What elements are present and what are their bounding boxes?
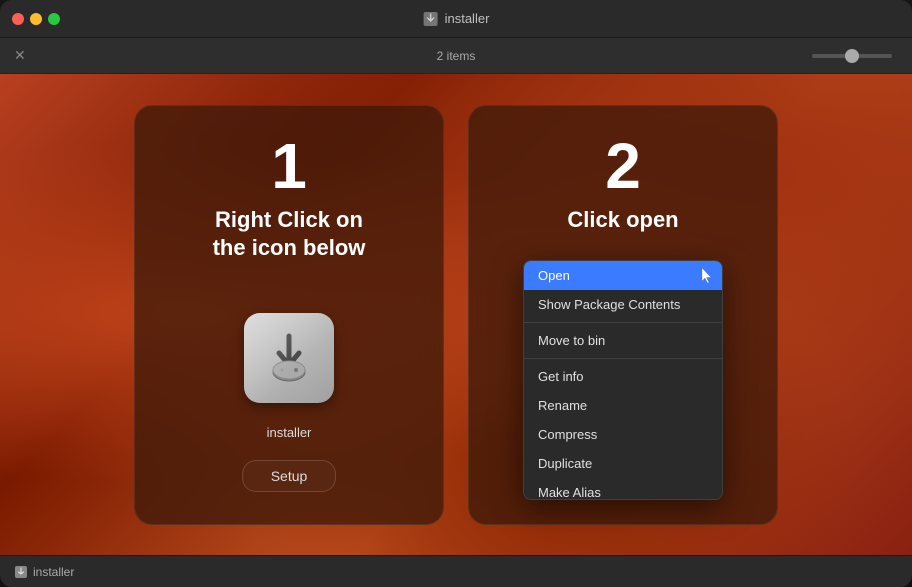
menu-separator-1 — [524, 322, 722, 323]
cards-container: 1 Right Click onthe icon below — [0, 74, 912, 555]
installer-svg-icon — [259, 328, 319, 388]
installer-app-label: installer — [267, 425, 312, 440]
menu-separator-2 — [524, 358, 722, 359]
card2-title: Click open — [567, 206, 678, 235]
zoom-slider-area — [812, 54, 892, 58]
minimize-button[interactable] — [30, 13, 42, 25]
window-icon — [423, 11, 439, 27]
main-content: 1 Right Click onthe icon below — [0, 74, 912, 555]
zoom-slider-track[interactable] — [812, 54, 892, 58]
toolbar: ✕ 2 items — [0, 38, 912, 74]
installer-app-icon[interactable] — [244, 313, 334, 403]
zoom-slider-thumb[interactable] — [845, 49, 859, 63]
menu-item-show-package-contents[interactable]: Show Package Contents — [524, 290, 722, 319]
menu-item-rename[interactable]: Rename — [524, 391, 722, 420]
menu-item-make-alias[interactable]: Make Alias — [524, 478, 722, 499]
context-menu: Open Show Package Contents Move to bin — [523, 260, 723, 499]
menu-item-duplicate[interactable]: Duplicate — [524, 449, 722, 478]
fullscreen-button[interactable] — [48, 13, 60, 25]
menu-item-move-to-bin[interactable]: Move to bin — [524, 326, 722, 355]
statusbar-installer: installer — [14, 565, 74, 579]
cursor-icon — [700, 267, 714, 285]
menu-item-get-info[interactable]: Get info — [524, 362, 722, 391]
setup-button[interactable]: Setup — [242, 460, 337, 492]
statusbar-label: installer — [33, 565, 74, 579]
card2-number: 2 — [605, 134, 641, 198]
menu-item-open[interactable]: Open — [524, 261, 722, 290]
traffic-lights — [12, 13, 60, 25]
card-step-1: 1 Right Click onthe icon below — [134, 105, 444, 525]
close-button[interactable] — [12, 13, 24, 25]
menu-item-compress[interactable]: Compress — [524, 420, 722, 449]
items-count: 2 items — [437, 49, 476, 63]
toolbar-close-icon[interactable]: ✕ — [14, 47, 26, 64]
card-step-2: 2 Click open Open Show Package Contents — [468, 105, 778, 525]
window-title: installer — [445, 11, 490, 26]
card1-title: Right Click onthe icon below — [213, 206, 366, 263]
card1-number: 1 — [271, 134, 307, 198]
window-title-area: installer — [423, 11, 490, 27]
statusbar-icon — [14, 565, 28, 579]
main-window: installer ✕ 2 items 1 Right Click onthe … — [0, 0, 912, 587]
titlebar: installer — [0, 0, 912, 38]
statusbar: installer — [0, 555, 912, 587]
installer-icon-wrapper — [234, 303, 344, 413]
